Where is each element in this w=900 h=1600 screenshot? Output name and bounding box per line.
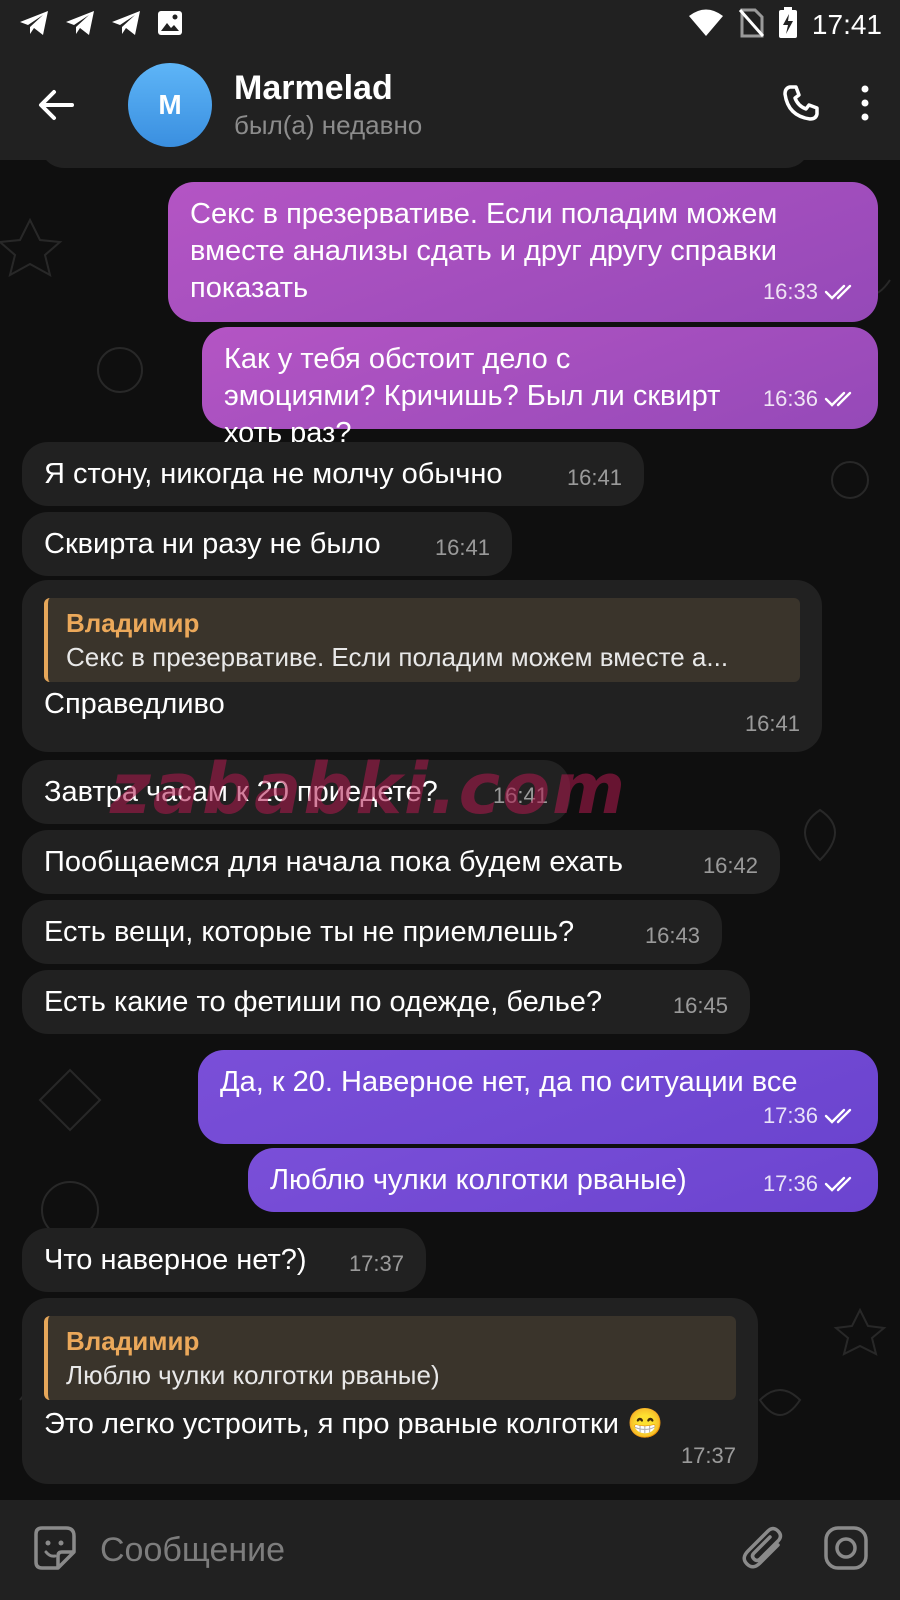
- wifi-icon: [688, 9, 724, 42]
- contact-status: был(а) недавно: [234, 110, 423, 140]
- message-incoming-reply[interactable]: Владимир Секс в презервативе. Если полад…: [22, 580, 822, 752]
- telegram-icon: [110, 9, 142, 42]
- message-text: Секс в презервативе. Если поладим можем …: [190, 198, 778, 304]
- no-sim-icon: [738, 8, 765, 43]
- message-outgoing[interactable]: Да, к 20. Наверное нет, да по ситуации в…: [198, 1050, 878, 1144]
- message-text: Я стону, никогда не молчу обычно: [44, 458, 503, 490]
- battery-charging-icon: [778, 6, 798, 44]
- message-incoming-reply[interactable]: Владимир Люблю чулки колготки рваные) Эт…: [22, 1298, 758, 1484]
- attach-button[interactable]: [742, 1523, 786, 1578]
- chat-header: M Marmelad был(а) недавно: [0, 50, 900, 160]
- message-text: Это легко устроить, я про рваные колготк…: [44, 1408, 664, 1440]
- message-meta: 17:36: [763, 1165, 858, 1202]
- message-outgoing[interactable]: Люблю чулки колготки рваные) 17:36: [248, 1148, 878, 1212]
- reply-text: Секс в презервативе. Если поладим можем …: [66, 642, 729, 672]
- camera-icon: [824, 1525, 868, 1570]
- message-list[interactable]: Секс в презервативе. Если поладим можем …: [0, 160, 900, 1500]
- message-composer: Сообщение: [0, 1500, 900, 1600]
- paperclip-icon: [742, 1526, 783, 1568]
- message-meta: 17:36: [763, 1097, 858, 1134]
- message-text: Есть вещи, которые ты не приемлешь?: [44, 916, 575, 948]
- more-menu-button[interactable]: [860, 85, 870, 126]
- call-button[interactable]: [782, 84, 820, 127]
- message-incoming[interactable]: Я стону, никогда не молчу обычно 16:41: [22, 442, 644, 506]
- message-outgoing[interactable]: Как у тебя обстоит дело с эмоциями? Крич…: [202, 327, 878, 449]
- message-input[interactable]: Сообщение: [100, 1531, 742, 1570]
- status-bar: 17:41: [0, 0, 900, 50]
- chat-title[interactable]: Marmelad был(а) недавно: [234, 68, 422, 142]
- reply-text: Люблю чулки колготки рваные): [66, 1360, 440, 1390]
- image-icon: [156, 9, 184, 42]
- message-text: Пообщаемся для начала пока будем ехать: [44, 846, 623, 878]
- message-text: Как у тебя обстоит дело с эмоциями? Крич…: [224, 343, 721, 449]
- message-outgoing[interactable]: Секс в презервативе. Если поладим можем …: [168, 182, 878, 322]
- contact-name: Marmelad: [234, 69, 393, 107]
- message-meta: 16:36: [763, 380, 858, 417]
- message-time: 17:37: [348, 1251, 404, 1276]
- arrow-left-icon: [39, 90, 74, 120]
- message-bubble-partial: [40, 160, 810, 168]
- double-check-icon: [824, 391, 852, 407]
- message-time: 17:36: [762, 1103, 818, 1128]
- reply-quote[interactable]: Владимир Люблю чулки колготки рваные): [44, 1316, 736, 1400]
- message-meta: 16:33: [763, 273, 858, 310]
- double-check-icon: [824, 1108, 852, 1124]
- avatar[interactable]: M: [128, 63, 212, 147]
- message-time: 17:36: [762, 1171, 818, 1196]
- message-time: 16:43: [644, 923, 700, 948]
- message-time: 17:37: [680, 1443, 736, 1468]
- message-time: 16:45: [672, 993, 728, 1018]
- more-vertical-icon: [861, 85, 869, 120]
- message-text: Люблю чулки колготки рваные): [270, 1164, 687, 1196]
- message-incoming[interactable]: Сквирта ни разу не было 16:41: [22, 512, 512, 576]
- message-text: Что наверное нет?): [44, 1244, 307, 1276]
- message-incoming[interactable]: Есть вещи, которые ты не приемлешь? 16:4…: [22, 900, 722, 964]
- message-time: 16:42: [702, 853, 758, 878]
- phone-icon: [783, 84, 819, 121]
- emoji-button[interactable]: [30, 1524, 78, 1577]
- double-check-icon: [824, 284, 852, 300]
- double-check-icon: [824, 1176, 852, 1192]
- message-time: 16:36: [762, 386, 818, 411]
- message-time: 16:41: [744, 711, 800, 736]
- message-text: Есть какие то фетиши по одежде, белье?: [44, 986, 603, 1018]
- message-time: 16:41: [434, 535, 490, 560]
- message-incoming[interactable]: Что наверное нет?) 17:37: [22, 1228, 426, 1292]
- back-button[interactable]: [26, 75, 86, 135]
- sticker-icon: [34, 1525, 76, 1570]
- telegram-icon: [18, 9, 50, 42]
- watermark: zababki.com: [110, 748, 628, 830]
- message-incoming[interactable]: Есть какие то фетиши по одежде, белье? 1…: [22, 970, 750, 1034]
- reply-author: Владимир: [66, 608, 200, 638]
- avatar-initial: M: [158, 89, 182, 120]
- message-incoming[interactable]: Пообщаемся для начала пока будем ехать 1…: [22, 830, 780, 894]
- message-text: Сквирта ни разу не было: [44, 528, 381, 560]
- message-time: 16:41: [566, 465, 622, 490]
- message-text: Справедливо: [44, 688, 225, 720]
- reply-author: Владимир: [66, 1326, 200, 1356]
- message-text: Да, к 20. Наверное нет, да по ситуации в…: [220, 1066, 798, 1098]
- camera-button[interactable]: [822, 1524, 870, 1577]
- message-time: 16:33: [762, 279, 818, 304]
- clock: 17:41: [811, 9, 882, 40]
- telegram-icon: [64, 9, 96, 42]
- reply-quote[interactable]: Владимир Секс в презервативе. Если полад…: [44, 598, 800, 682]
